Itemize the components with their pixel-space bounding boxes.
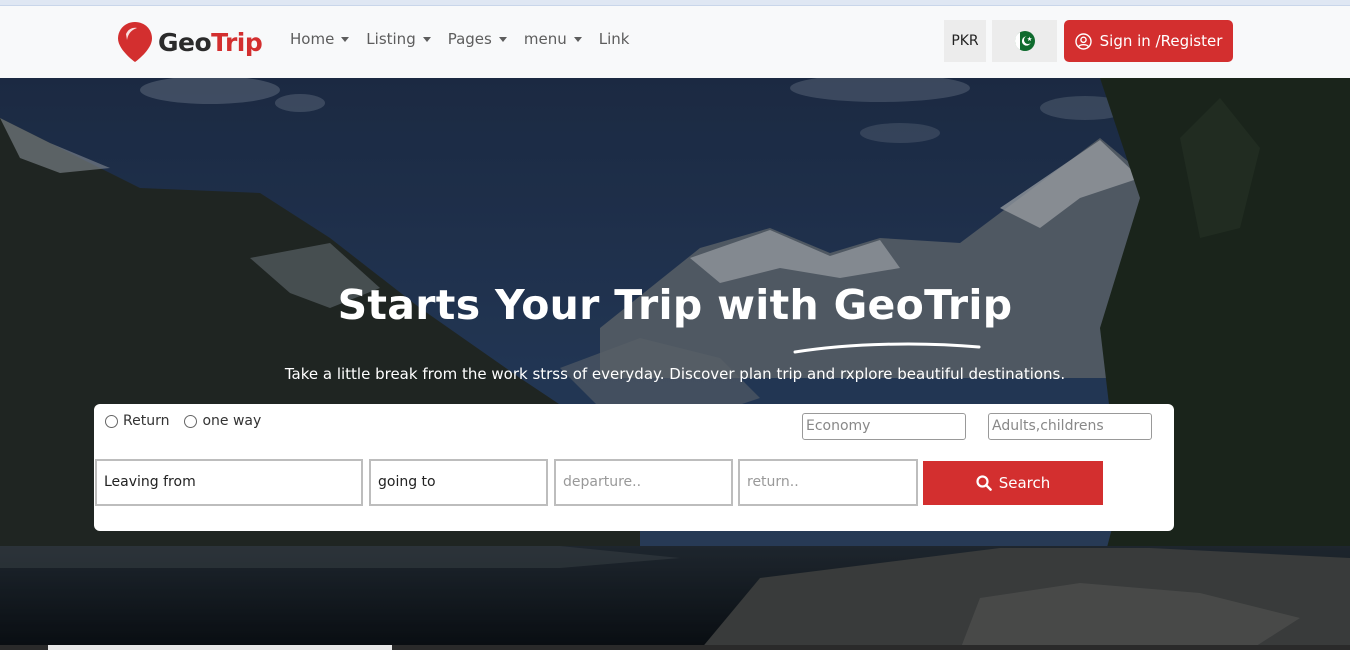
hero-title: Starts Your Trip with GeoTrip — [337, 281, 1013, 329]
search-icon — [976, 475, 992, 491]
brand-logo[interactable]: GeoTrip — [116, 20, 263, 64]
hero-background-image — [0, 78, 1350, 650]
cabin-class-input[interactable]: Economy — [802, 413, 966, 440]
pakistan-flag-icon — [1014, 31, 1035, 51]
passengers-input[interactable]: Adults,childrens — [988, 413, 1152, 440]
nav-item-pages[interactable]: Pages — [448, 30, 507, 48]
nav-item-label: Listing — [366, 30, 416, 48]
return-placeholder: return.. — [747, 474, 799, 490]
brand-name-geo: Geo — [158, 27, 212, 57]
going-to-input[interactable]: going to — [369, 459, 548, 506]
radio-return-label[interactable]: Return — [123, 413, 169, 429]
flight-search-form: Return one way Economy Adults,childrens … — [94, 404, 1174, 531]
map-pin-icon — [118, 22, 152, 62]
nav-item-label: Link — [598, 30, 630, 48]
nav-item-listing[interactable]: Listing — [366, 30, 431, 48]
caret-down-icon — [498, 36, 507, 42]
nav-item-label: Home — [290, 30, 335, 48]
nav-item-home[interactable]: Home — [290, 30, 350, 48]
passengers-placeholder: Adults,childrens — [992, 418, 1104, 434]
signin-label: Sign in /Register — [1099, 32, 1223, 50]
signin-register-button[interactable]: Sign in /Register — [1064, 20, 1233, 62]
language-selector[interactable] — [992, 20, 1057, 62]
leaving-from-value: Leaving from — [104, 474, 196, 490]
scrollbar-thumb[interactable] — [48, 645, 392, 650]
bottom-scroll-bar — [0, 645, 1350, 650]
nav-item-label: menu — [523, 30, 567, 48]
caret-down-icon — [341, 36, 350, 42]
nav-item-label: Pages — [447, 30, 492, 48]
title-underline-decoration — [793, 342, 981, 354]
hero-section: Starts Your Trip with GeoTrip Take a lit… — [0, 78, 1350, 650]
currency-label: PKR — [951, 33, 979, 49]
going-to-value: going to — [378, 474, 436, 490]
hero-subtitle: Take a little break from the work strss … — [284, 365, 1066, 383]
cabin-class-placeholder: Economy — [806, 418, 871, 434]
trip-type-group: Return one way — [105, 413, 276, 429]
user-icon — [1074, 32, 1092, 50]
currency-selector[interactable]: PKR — [944, 20, 986, 62]
departure-date-input[interactable]: departure.. — [554, 459, 733, 506]
navbar: GeoTrip Home Listing Pages menu Link PKR… — [0, 6, 1350, 78]
radio-one-way-label[interactable]: one way — [202, 413, 261, 429]
caret-down-icon — [573, 36, 582, 42]
brand-name-trip: Trip — [211, 27, 263, 57]
departure-placeholder: departure.. — [563, 474, 642, 490]
caret-down-icon — [422, 36, 431, 42]
return-date-input[interactable]: return.. — [738, 459, 918, 506]
leaving-from-input[interactable]: Leaving from — [95, 459, 363, 506]
nav-item-link[interactable]: Link — [599, 30, 630, 48]
nav-item-menu[interactable]: menu — [524, 30, 582, 48]
radio-return[interactable] — [105, 414, 118, 428]
brand-name: GeoTrip — [158, 27, 263, 57]
nav-links: Home Listing Pages menu Link — [290, 30, 646, 48]
search-button-label: Search — [998, 474, 1051, 492]
radio-one-way[interactable] — [184, 414, 198, 428]
search-button[interactable]: Search — [923, 461, 1103, 505]
